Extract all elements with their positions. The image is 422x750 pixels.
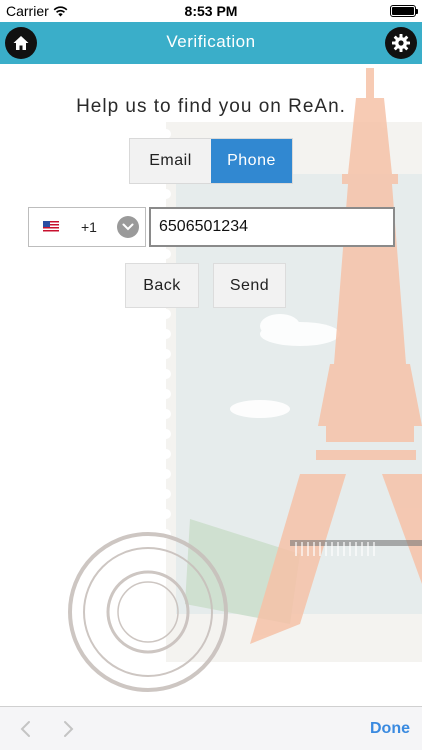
tab-email[interactable]: Email	[130, 139, 211, 183]
dial-code: +1	[81, 219, 97, 235]
tab-phone[interactable]: Phone	[211, 139, 292, 183]
battery-level-fill	[392, 7, 414, 15]
settings-button[interactable]	[385, 27, 417, 59]
verification-panel: Help us to find you on ReAn. Email Phone…	[0, 64, 422, 706]
chevron-right-icon[interactable]	[58, 719, 78, 739]
country-code-picker[interactable]: +1	[28, 207, 146, 247]
status-time: 8:53 PM	[184, 3, 238, 19]
done-button[interactable]: Done	[370, 720, 410, 738]
contact-method-toggle: Email Phone	[129, 138, 293, 184]
nav-bar: Verification	[0, 22, 422, 64]
back-button[interactable]: Back	[125, 263, 199, 308]
chevron-down-icon	[117, 216, 139, 238]
gear-icon	[392, 34, 410, 52]
page-title: Verification	[166, 32, 256, 51]
keyboard-accessory-bar: Done	[0, 706, 422, 750]
battery-icon	[390, 5, 418, 17]
us-flag-icon	[43, 221, 59, 232]
chevron-left-icon[interactable]	[16, 719, 36, 739]
headline: Help us to find you on ReAn.	[76, 96, 346, 117]
status-bar: Carrier 8:53 PM	[0, 0, 422, 22]
screen: Carrier 8:53 PM Verification Help us to …	[0, 0, 422, 750]
phone-number-input[interactable]	[149, 207, 395, 247]
send-button[interactable]: Send	[213, 263, 286, 308]
